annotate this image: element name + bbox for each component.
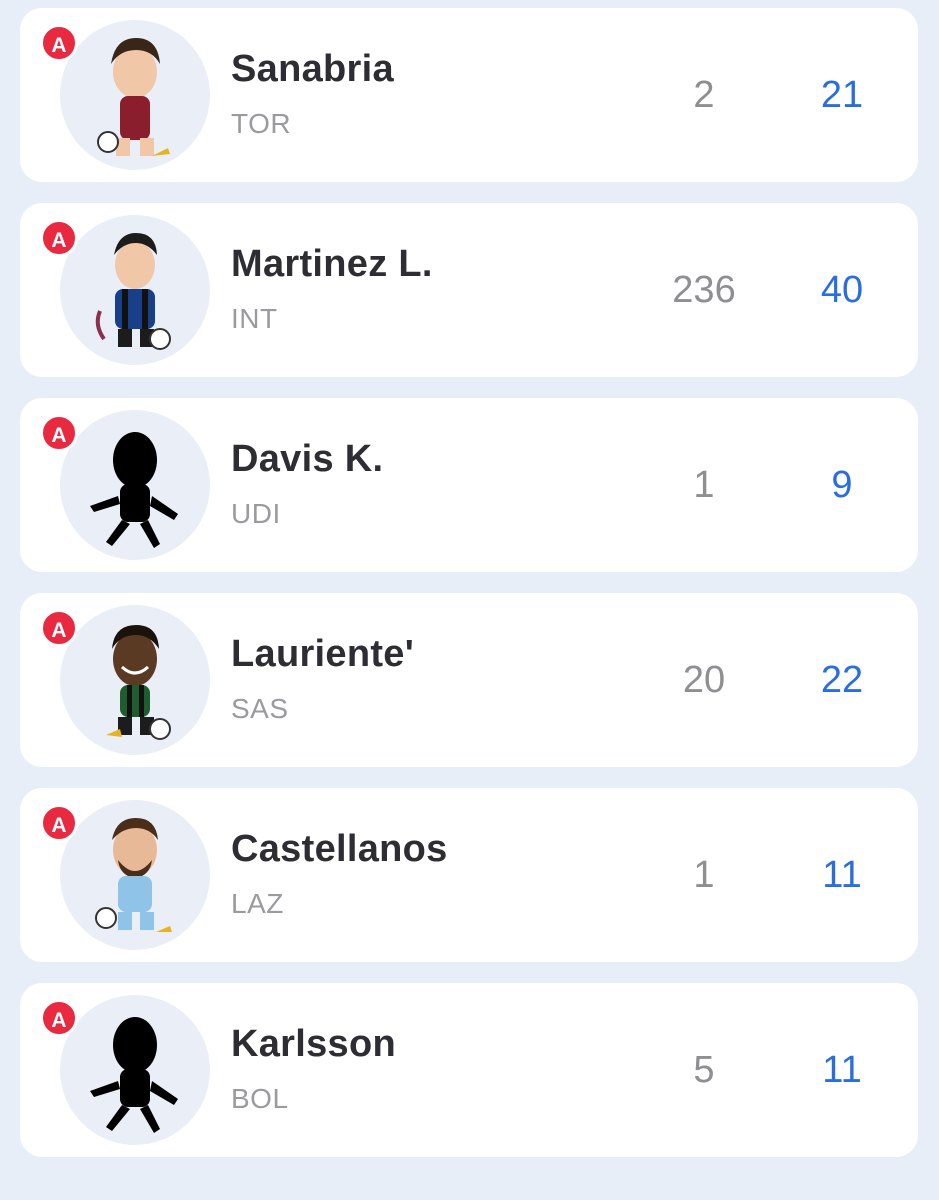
stat-right: 11 xyxy=(822,854,862,896)
player-avatar xyxy=(60,20,210,170)
stat-left: 1 xyxy=(693,854,715,896)
role-badge: A xyxy=(40,24,78,62)
player-name: Karlsson xyxy=(231,1023,397,1065)
player-avatar xyxy=(60,410,210,560)
player-name: Martinez L. xyxy=(231,243,433,285)
player-card[interactable]: A Lauriente' SAS 20 22 xyxy=(20,593,918,767)
role-badge: A xyxy=(40,219,78,257)
team-code: LAZ xyxy=(231,888,284,919)
stat-right: 11 xyxy=(822,1049,862,1091)
stat-left: 236 xyxy=(672,269,736,311)
player-avatar xyxy=(60,605,210,755)
player-name: Castellanos xyxy=(231,828,448,870)
team-code: BOL xyxy=(231,1083,289,1114)
role-badge: A xyxy=(40,999,78,1037)
team-code: SAS xyxy=(231,693,289,724)
player-avatar xyxy=(60,215,210,365)
team-code: UDI xyxy=(231,498,281,529)
player-card[interactable]: A Davis K. UDI 1 9 xyxy=(20,398,918,572)
stat-right: 40 xyxy=(820,269,864,311)
player-name: Lauriente' xyxy=(231,633,415,675)
player-card[interactable]: A Martinez L. INT 236 40 xyxy=(20,203,918,377)
stat-left: 5 xyxy=(693,1049,715,1091)
player-card[interactable]: A Karlsson BOL 5 11 xyxy=(20,983,918,1157)
player-card[interactable]: A Castellanos LAZ 1 11 xyxy=(20,788,918,962)
role-badge: A xyxy=(40,609,78,647)
player-name: Davis K. xyxy=(231,438,384,480)
stat-left: 20 xyxy=(682,659,726,701)
role-badge: A xyxy=(40,414,78,452)
player-list: A Sanabria TOR 2 21 A Martinez L. INT 23… xyxy=(0,0,939,1200)
team-code: INT xyxy=(231,303,278,334)
role-badge: A xyxy=(40,804,78,842)
player-avatar xyxy=(60,995,210,1145)
team-code: TOR xyxy=(231,108,292,139)
stat-right: 22 xyxy=(820,659,864,701)
stat-left: 1 xyxy=(693,464,715,506)
player-name: Sanabria xyxy=(231,48,394,90)
stat-right: 9 xyxy=(831,464,853,506)
stat-left: 2 xyxy=(693,74,715,116)
stat-right: 21 xyxy=(820,74,864,116)
player-card[interactable]: A Sanabria TOR 2 21 xyxy=(20,8,918,182)
player-avatar xyxy=(60,800,210,950)
